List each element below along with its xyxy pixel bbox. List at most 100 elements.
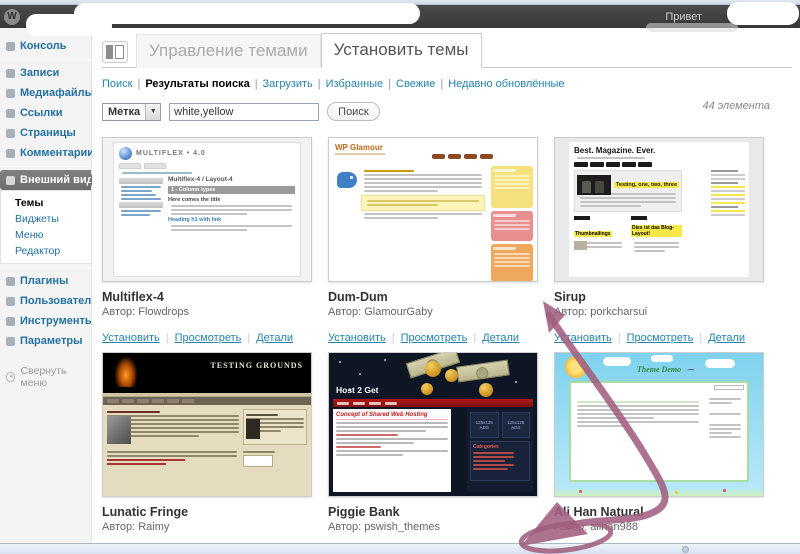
- tab-bar: Управление темами Установить темы: [102, 32, 792, 68]
- pages-icon: [6, 129, 15, 138]
- tab-manage-themes[interactable]: Управление темами: [136, 34, 321, 68]
- theme-card: MULTIFLEX • 4.0 Multiflex-4 / Layout-4 1…: [102, 137, 312, 352]
- theme-name: Sirup: [554, 290, 764, 304]
- theme-thumbnail: Testing Grounds: [102, 352, 312, 497]
- details-link[interactable]: Детали: [482, 332, 519, 344]
- collapse-arrow-icon: ◂: [6, 372, 15, 382]
- comments-icon: [6, 149, 15, 158]
- scrollbar-nub[interactable]: [682, 546, 689, 553]
- submenu-item-menus[interactable]: Меню: [15, 227, 91, 243]
- install-link[interactable]: Установить: [328, 332, 386, 344]
- theme-thumbnail: Best. Magazine. Ever. Testing, one, two,…: [554, 137, 764, 282]
- sidebar-item-links[interactable]: Ссылки: [0, 103, 91, 123]
- subnav-search-results: Результаты поиска: [145, 78, 249, 90]
- gold-coin: [421, 383, 433, 395]
- media-icon: [6, 89, 15, 98]
- install-link[interactable]: Установить: [102, 332, 160, 344]
- collapse-menu-button[interactable]: ◂Свернуть меню: [0, 365, 91, 389]
- users-icon: [6, 297, 15, 306]
- submenu-item-themes[interactable]: Темы: [15, 195, 91, 211]
- sidebar-item-comments[interactable]: Комментарии: [0, 143, 91, 163]
- fish-logo-icon: [337, 172, 357, 188]
- gold-coin: [479, 383, 493, 397]
- theme-thumbnail: Theme Demo: [554, 352, 764, 497]
- redaction-blob: [74, 3, 420, 24]
- theme-card: Theme Demo: [554, 352, 764, 554]
- search-row: Метка ▼ Поиск: [102, 102, 792, 121]
- details-link[interactable]: Детали: [256, 332, 293, 344]
- redaction-blob: [727, 2, 799, 25]
- theme-card: WP Glamour Dum-: [328, 137, 538, 352]
- sidebar-photo: [246, 419, 260, 439]
- theme-name: Piggie Bank: [328, 505, 538, 519]
- subnav-upload[interactable]: Загрузить: [263, 78, 313, 90]
- theme-grid: MULTIFLEX • 4.0 Multiflex-4 / Layout-4 1…: [102, 137, 764, 554]
- horizontal-scrollbar[interactable]: [0, 543, 800, 554]
- ad-box: 125x125 ADS: [502, 412, 531, 438]
- sidebar-item-users[interactable]: Пользователи: [0, 291, 91, 311]
- themes-screen-icon: [102, 41, 128, 63]
- preview-link[interactable]: Просмотреть: [175, 332, 242, 344]
- results-count: 44 элемента: [702, 100, 770, 112]
- gold-coin: [425, 361, 441, 377]
- install-link[interactable]: Установить: [554, 332, 612, 344]
- theme-author: pswish_themes: [364, 521, 440, 533]
- preview-link[interactable]: Просмотреть: [401, 332, 468, 344]
- sidebar-item-appearance[interactable]: Внешний вид: [0, 170, 91, 190]
- ad-box: 125x125 ADS: [470, 412, 499, 438]
- candle-image: [115, 357, 137, 387]
- dollar-bill: [456, 359, 510, 382]
- mini-calendar: [243, 455, 273, 467]
- theme-name: Ali Han Natural: [554, 505, 764, 519]
- chevron-down-icon: ▼: [145, 104, 160, 120]
- preview-link[interactable]: Просмотреть: [627, 332, 694, 344]
- subnav-featured[interactable]: Избранные: [326, 78, 384, 90]
- submenu-item-editor[interactable]: Редактор: [15, 243, 91, 259]
- tools-icon: [6, 317, 15, 326]
- post-photo: [107, 416, 131, 444]
- install-subnav: Поиск| Результаты поиска| Загрузить| Изб…: [102, 78, 792, 90]
- sidebar-item-pages[interactable]: Страницы: [0, 123, 91, 143]
- theme-author: alihan988: [590, 521, 638, 533]
- theme-name: Lunatic Fringe: [102, 505, 312, 519]
- search-type-select[interactable]: Метка ▼: [102, 103, 161, 121]
- appearance-icon: [6, 176, 15, 185]
- links-icon: [6, 109, 15, 118]
- sidebar-item-posts[interactable]: Записи: [0, 63, 91, 83]
- theme-name: Dum-Dum: [328, 290, 538, 304]
- theme-author: GlamourGaby: [364, 306, 432, 318]
- theme-author: Raimy: [138, 521, 169, 533]
- wordpress-logo-icon[interactable]: W: [4, 9, 20, 25]
- appearance-submenu: Темы Виджеты Меню Редактор: [0, 190, 91, 264]
- theme-thumbnail: Host 2 Get Concept of Shared Web Hosting…: [328, 352, 538, 497]
- subnav-newest[interactable]: Свежие: [396, 78, 435, 90]
- tab-install-themes[interactable]: Установить темы: [321, 33, 482, 68]
- plugins-icon: [6, 277, 15, 286]
- theme-card: Testing Grounds: [102, 352, 312, 554]
- subnav-search[interactable]: Поиск: [102, 78, 132, 90]
- redaction-blob: [646, 23, 738, 32]
- theme-actions: Установить|Просмотреть|Детали: [328, 332, 538, 344]
- redaction-blob: [26, 14, 112, 36]
- sidebar-item-tools[interactable]: Инструменты: [0, 311, 91, 331]
- sidebar-item-plugins[interactable]: Плагины: [0, 271, 91, 291]
- theme-card: Best. Magazine. Ever. Testing, one, two,…: [554, 137, 764, 352]
- grass-decoration: [555, 488, 763, 496]
- details-link[interactable]: Детали: [708, 332, 745, 344]
- submenu-item-widgets[interactable]: Виджеты: [15, 211, 91, 227]
- sidebar-item-settings[interactable]: Параметры: [0, 331, 91, 351]
- greeting-text[interactable]: Привет: [665, 11, 702, 23]
- sidebar-item-dashboard[interactable]: Консоль: [0, 36, 91, 56]
- theme-actions: Установить|Просмотреть|Детали: [554, 332, 764, 344]
- theme-search-box: [714, 385, 744, 390]
- theme-actions: Установить|Просмотреть|Детали: [102, 332, 312, 344]
- gold-coin: [445, 369, 458, 382]
- feature-photo: [577, 175, 611, 195]
- theme-thumbnail: WP Glamour: [328, 137, 538, 282]
- search-input[interactable]: [169, 103, 319, 121]
- sidebar-item-media[interactable]: Медиафайлы: [0, 83, 91, 103]
- theme-author: Flowdrops: [138, 306, 189, 318]
- search-button[interactable]: Поиск: [327, 102, 379, 121]
- settings-icon: [6, 337, 15, 346]
- subnav-recently-updated[interactable]: Недавно обновлённые: [448, 78, 564, 90]
